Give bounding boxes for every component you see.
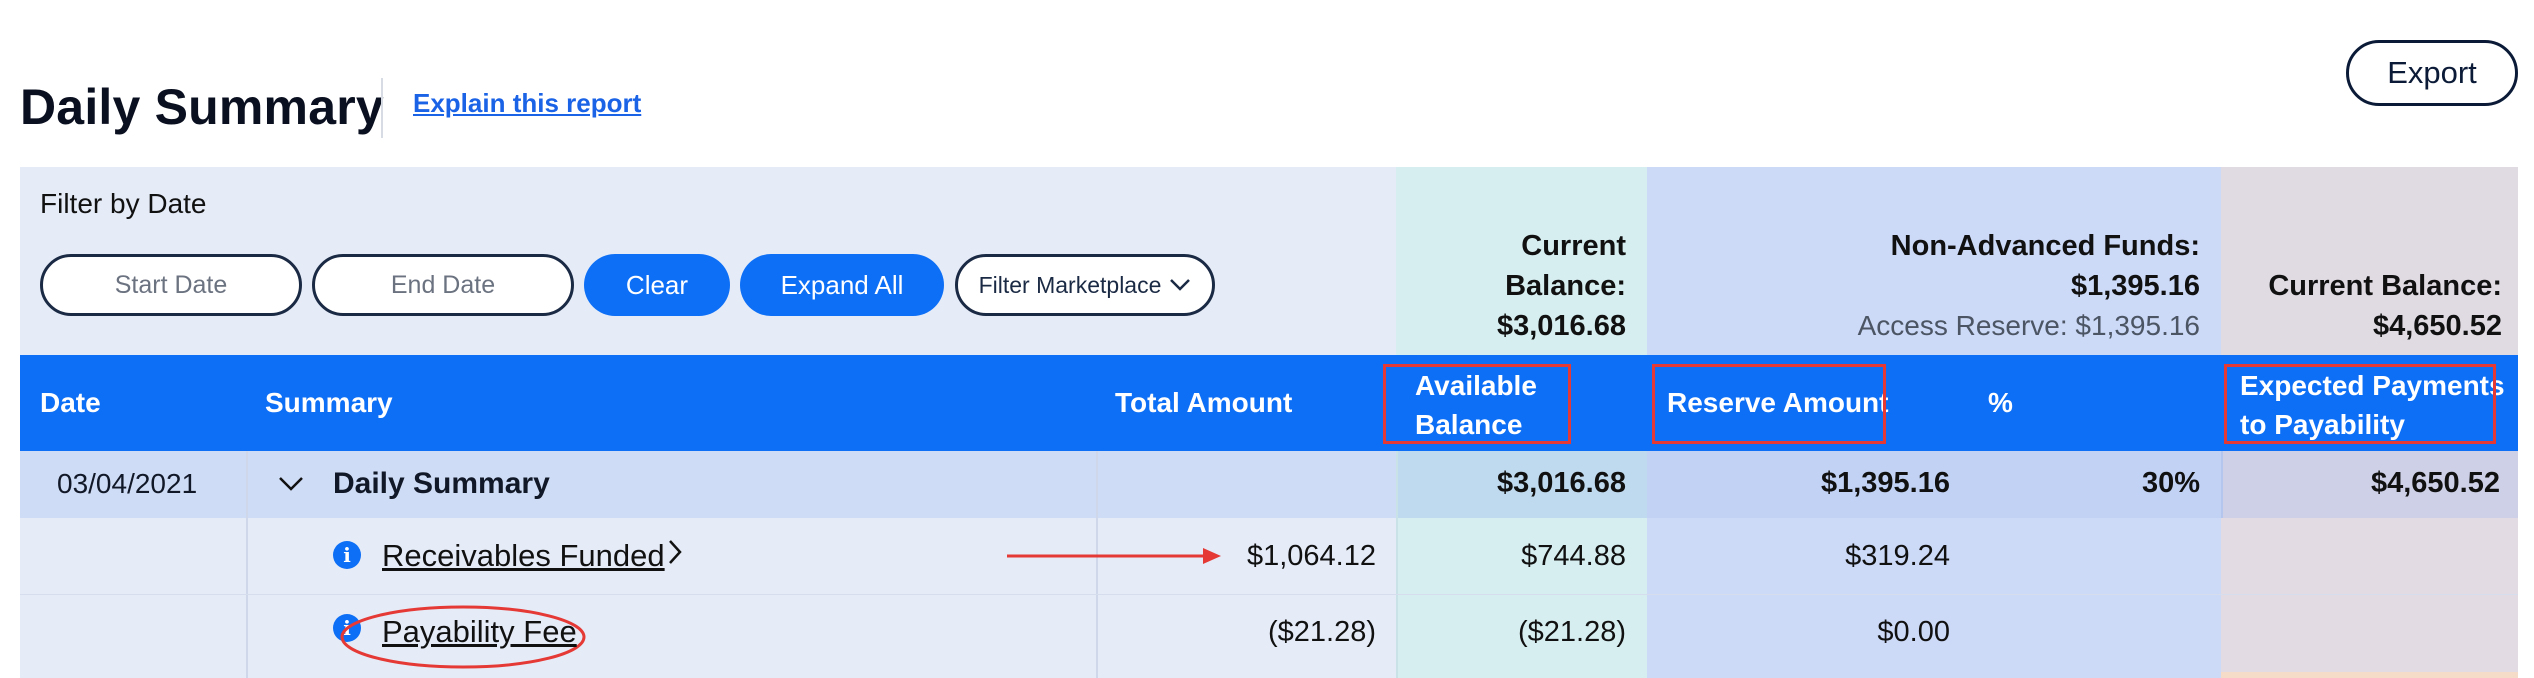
col-total-amount[interactable]: Total Amount <box>1115 387 1292 419</box>
expected-balance-value: $4,650.52 <box>2372 310 2502 342</box>
expected-balance-label: Current Balance: <box>2268 270 2502 302</box>
col-summary[interactable]: Summary <box>265 387 393 419</box>
receivables-funded-link[interactable]: Receivables Funded <box>382 538 665 574</box>
expand-all-button[interactable]: Expand All <box>740 254 944 316</box>
col-date[interactable]: Date <box>40 387 101 419</box>
end-date-input[interactable]: End Date <box>312 254 574 316</box>
row-divider <box>20 594 2518 595</box>
info-icon[interactable]: i <box>333 541 361 569</box>
explain-report-link[interactable]: Explain this report <box>413 88 641 119</box>
detail-expected-bg <box>2221 518 2518 678</box>
page-title: Daily Summary <box>20 79 384 135</box>
title-divider <box>381 78 383 138</box>
grid-line <box>1396 451 1398 678</box>
summary-percent: 30% <box>2141 467 2200 499</box>
chevron-down-icon <box>1170 279 1191 291</box>
non-advanced-funds-value: $1,395.16 <box>2070 270 2200 302</box>
fee-available: ($21.28) <box>1517 616 1626 648</box>
receivables-total: $1,064.12 <box>1246 540 1376 572</box>
receivables-available: $744.88 <box>1521 540 1626 572</box>
summary-available: $3,016.68 <box>1496 467 1626 499</box>
start-date-input[interactable]: Start Date <box>40 254 302 316</box>
summary-row[interactable] <box>20 451 1396 518</box>
detail-expected-edge <box>2221 672 2518 678</box>
fee-reserve: $0.00 <box>1877 616 1950 648</box>
chevron-right-icon[interactable] <box>667 538 683 566</box>
receivables-reserve: $319.24 <box>1845 540 1950 572</box>
summary-expected: $4,650.52 <box>2370 467 2500 499</box>
current-balance-value: $3,016.68 <box>1496 310 1626 342</box>
reserve-amount-highlight <box>1652 364 1886 444</box>
fee-total: ($21.28) <box>1267 616 1376 648</box>
non-advanced-funds-label: Non-Advanced Funds: <box>1890 230 2200 262</box>
access-reserve-text: Access Reserve: $1,395.16 <box>1857 310 2200 341</box>
current-balance-label: Current <box>1521 230 1626 262</box>
summary-reserve: $1,395.16 <box>1820 467 1950 499</box>
filter-marketplace-dropdown[interactable]: Filter Marketplace <box>955 254 1215 316</box>
summary-label: Daily Summary <box>333 467 550 500</box>
clear-button[interactable]: Clear <box>584 254 730 316</box>
summary-date: 03/04/2021 <box>57 468 198 499</box>
filter-by-date-label: Filter by Date <box>40 188 207 219</box>
filter-marketplace-label: Filter Marketplace <box>978 271 1162 298</box>
payability-fee-link[interactable]: Payability Fee <box>382 614 577 650</box>
chevron-down-icon[interactable] <box>278 476 304 492</box>
grid-line <box>246 451 248 678</box>
available-balance-highlight <box>1383 364 1571 444</box>
col-percent[interactable]: % <box>1988 387 2013 419</box>
export-button[interactable]: Export <box>2346 40 2518 106</box>
grid-line <box>2221 451 2223 518</box>
expected-payments-highlight <box>2224 364 2496 444</box>
current-balance-label-2: Balance: <box>1505 270 1626 302</box>
